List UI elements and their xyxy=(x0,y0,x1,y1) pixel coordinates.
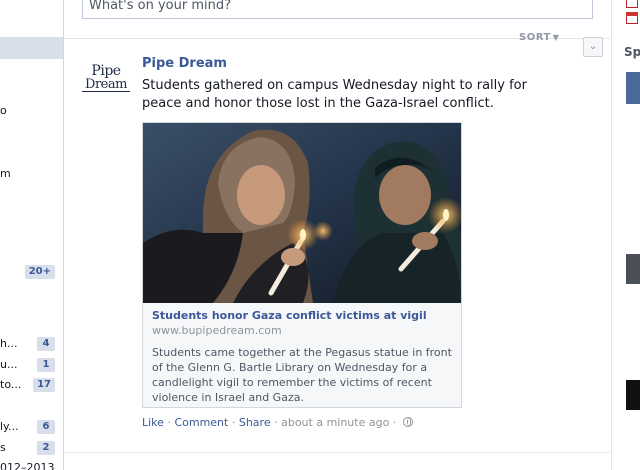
rail-thumbnail[interactable] xyxy=(626,380,640,410)
sidebar-count-badge[interactable]: 20+ xyxy=(24,265,55,279)
story-options-button[interactable]: ⌄ xyxy=(583,37,603,57)
sidebar-item-label[interactable]: u... xyxy=(0,358,17,371)
separator-dot: · xyxy=(231,416,239,429)
sidebar-item-label[interactable]: ly... xyxy=(0,420,19,433)
logo-line-1: Pipe xyxy=(91,63,121,79)
attachment-url: www.bupipedream.com xyxy=(152,324,282,337)
right-rail: Spo xyxy=(611,0,640,470)
rail-thumbnail[interactable] xyxy=(626,72,640,104)
story-text: Students gathered on campus Wednesday ni… xyxy=(142,78,527,111)
sidebar-count-badge: 1 xyxy=(37,358,55,372)
attachment-photo[interactable] xyxy=(143,123,461,303)
sidebar-item-label[interactable]: h... xyxy=(0,337,17,350)
sidebar-item-label[interactable]: 012–2013 xyxy=(0,461,55,470)
rail-thumbnail[interactable] xyxy=(626,254,640,284)
sidebar-count-badge: 17 xyxy=(33,378,55,392)
calendar-icon[interactable] xyxy=(626,0,638,8)
attachment-title-link[interactable]: Students honor Gaza conflict victims at … xyxy=(152,309,427,322)
sidebar-selected-item[interactable] xyxy=(0,37,63,59)
status-composer[interactable]: What's on your mind? xyxy=(82,0,593,19)
sort-button[interactable]: SORT ▼ xyxy=(519,32,559,43)
feed-divider xyxy=(64,452,610,453)
sidebar-item-label[interactable]: s xyxy=(0,441,6,454)
separator-dot: · xyxy=(392,416,400,429)
sidebar-count-badge: 6 xyxy=(37,420,55,434)
sidebar-count-badge: 2 xyxy=(37,441,55,455)
logo-line-2: Dream xyxy=(82,78,130,92)
page-avatar[interactable]: Pipe Dream xyxy=(82,64,130,98)
sidebar-item-label[interactable]: o xyxy=(0,104,7,117)
composer-placeholder: What's on your mind? xyxy=(89,0,231,13)
comment-link[interactable]: Comment xyxy=(174,416,228,429)
share-link[interactable]: Share xyxy=(239,416,271,429)
calendar-icon[interactable] xyxy=(626,12,638,24)
sidebar-count-badge: 4 xyxy=(37,337,55,351)
timestamp-link[interactable]: about a minute ago xyxy=(281,416,389,429)
left-sidebar: o m 20+ h... 4 u... 1 to... 17 ly... 6 s… xyxy=(0,0,64,470)
sidebar-item-label[interactable]: to... xyxy=(0,378,21,391)
chevron-down-icon: ⌄ xyxy=(588,41,598,52)
rail-heading: Spo xyxy=(624,45,640,59)
vigil-photo-illustration xyxy=(143,123,461,303)
globe-icon[interactable] xyxy=(402,417,413,427)
story-action-bar: Like · Comment · Share · about a minute … xyxy=(142,416,413,429)
link-attachment[interactable]: Students honor Gaza conflict victims at … xyxy=(142,122,462,408)
sidebar-item-label[interactable]: m xyxy=(0,167,11,180)
like-link[interactable]: Like xyxy=(142,416,164,429)
story-author-link[interactable]: Pipe Dream xyxy=(142,56,227,71)
attachment-description: Students came together at the Pegasus st… xyxy=(152,346,452,404)
sort-label: SORT xyxy=(519,32,551,43)
caret-down-icon: ▼ xyxy=(552,33,560,42)
